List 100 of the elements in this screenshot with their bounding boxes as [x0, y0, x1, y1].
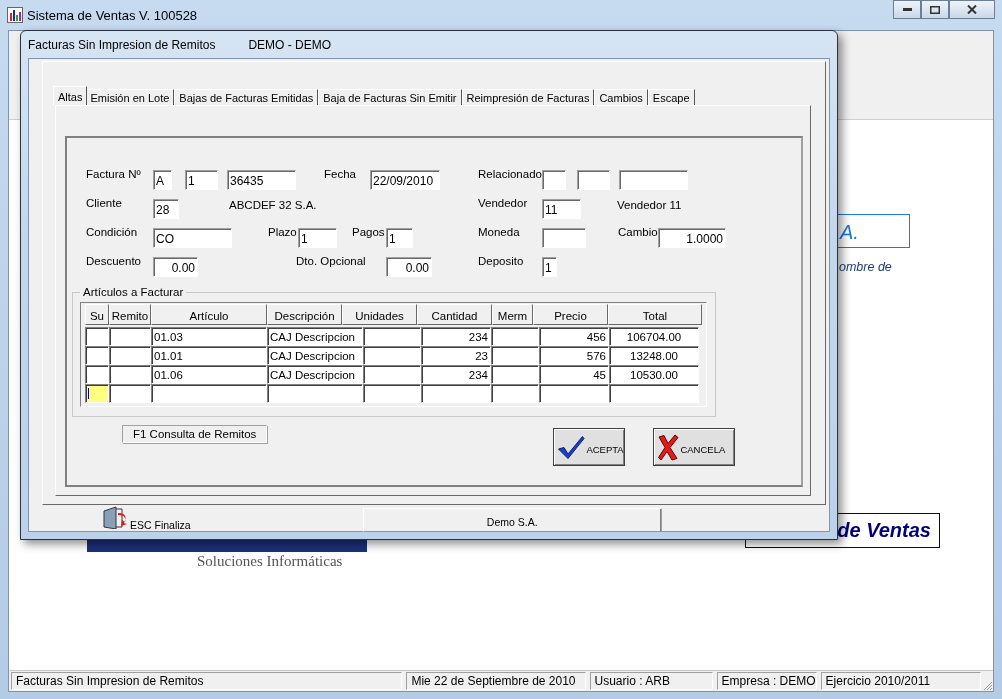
column-header[interactable]: Remito	[109, 304, 151, 325]
table-cell[interactable]	[85, 327, 109, 346]
tab[interactable]: Reimpresión de Facturas	[461, 89, 595, 105]
door-icon	[102, 505, 128, 529]
table-cell[interactable]	[85, 384, 109, 403]
tab[interactable]: Altas	[53, 86, 88, 105]
field-label: Moneda	[478, 226, 521, 238]
value-text: ABCDEF 32 S.A.	[229, 198, 318, 211]
field-label: Cliente	[86, 197, 123, 209]
table-cell[interactable]: 106704.00	[609, 327, 699, 346]
table-cell[interactable]	[151, 384, 267, 403]
group-title: Artículos a Facturar	[80, 286, 187, 298]
table-cell[interactable]	[363, 384, 421, 403]
table-cell[interactable]	[491, 384, 539, 403]
status-text: Facturas Sin Impresion de Remitos	[11, 672, 403, 690]
table-cell[interactable]: 234	[421, 365, 491, 384]
column-header[interactable]: Merm	[492, 304, 533, 325]
input-field[interactable]: 22/09/2010	[370, 170, 440, 190]
table-cell[interactable]	[109, 384, 151, 403]
field-label: Vendedor	[478, 197, 529, 209]
table-cell[interactable]	[85, 365, 109, 384]
column-header[interactable]: Su	[85, 304, 109, 325]
field-label: Pagos	[352, 226, 382, 238]
field-label: Descuento	[86, 255, 142, 267]
input-field[interactable]: 1	[298, 228, 337, 248]
table-cell[interactable]	[109, 327, 151, 346]
input-field[interactable]: 1	[386, 228, 413, 248]
table-cell[interactable]	[109, 365, 151, 384]
input-field[interactable]: CO	[153, 228, 232, 248]
table-cell[interactable]: CAJ Descripcion	[267, 365, 363, 384]
column-header[interactable]: Cantidad	[417, 304, 492, 325]
input-field[interactable]: 36435	[227, 170, 296, 190]
table-cell[interactable]	[363, 327, 421, 346]
table-cell[interactable]: CAJ Descripcion	[267, 346, 363, 365]
table-cell[interactable]	[363, 346, 421, 365]
input-field[interactable]: 0.00	[153, 257, 198, 277]
table-cell[interactable]: 01.03	[151, 327, 267, 346]
field-label: Plazo	[268, 226, 294, 238]
table-cell[interactable]: 234	[421, 327, 491, 346]
input-field[interactable]	[577, 170, 610, 190]
table-cell[interactable]	[491, 327, 539, 346]
column-header[interactable]: Artículo	[151, 304, 267, 325]
table-cell[interactable]	[491, 346, 539, 365]
cross-icon	[657, 433, 680, 461]
close-button[interactable]	[949, 0, 995, 19]
input-field[interactable]: 0.00	[386, 257, 432, 277]
window-title: Sistema de Ventas V. 100528	[27, 7, 198, 23]
table-cell[interactable]: 10530.00	[609, 365, 699, 384]
table-cell[interactable]	[109, 346, 151, 365]
tab[interactable]: Emisión en Lote	[85, 89, 175, 105]
input-field[interactable]: 1	[185, 170, 218, 190]
accept-button[interactable]: ACEPTA	[553, 428, 626, 466]
close-icon	[967, 5, 977, 14]
maximize-icon	[930, 5, 940, 14]
table-cell[interactable]: 23	[421, 346, 491, 365]
field-label: Factura Nº	[86, 168, 142, 180]
table-cell[interactable]: CAJ Descripcion	[267, 327, 363, 346]
field-label: Condición	[86, 226, 139, 238]
table-cell[interactable]: 576	[539, 346, 609, 365]
table-cell[interactable]: 13248.00	[609, 346, 699, 365]
input-field[interactable]: 1.0000	[658, 228, 726, 248]
field-label: Deposito	[478, 255, 525, 267]
tab[interactable]: Escape	[647, 89, 695, 105]
value-text: Vendedor 11	[617, 198, 683, 211]
table-cell[interactable]	[85, 346, 109, 365]
table-cell[interactable]	[363, 365, 421, 384]
input-field[interactable]	[542, 170, 566, 190]
table-cell[interactable]: 45	[539, 365, 609, 384]
field-label: Dto. Opcional	[296, 255, 367, 267]
table-cell[interactable]	[491, 365, 539, 384]
tab[interactable]: Baja de Facturas Sin Emitir	[318, 89, 462, 105]
status-text: Empresa : DEMO	[716, 672, 817, 690]
table-cell[interactable]	[267, 384, 363, 403]
minimize-button[interactable]	[893, 0, 921, 19]
status-text: Mie 22 de Septiembre de 2010	[406, 672, 586, 690]
column-header[interactable]: Precio	[533, 304, 608, 325]
input-field[interactable]: 28	[153, 199, 179, 219]
input-field[interactable]: 1	[542, 257, 557, 277]
column-header[interactable]: Total	[608, 304, 702, 325]
column-header[interactable]: Unidades	[342, 304, 417, 325]
lookup-button[interactable]: F1 Consulta de Remitos	[122, 425, 268, 443]
tagline-text: Soluciones Informáticas	[197, 553, 343, 570]
table-cell[interactable]: 01.06	[151, 365, 267, 384]
input-field[interactable]: 11	[542, 199, 581, 219]
table-cell[interactable]	[539, 384, 609, 403]
resize-grip-icon[interactable]	[983, 681, 993, 691]
tab[interactable]: Bajas de Facturas Emitidas	[174, 89, 319, 105]
app-icon	[7, 7, 23, 23]
cancel-button[interactable]: CANCELA	[653, 428, 736, 466]
table-cell[interactable]: 01.01	[151, 346, 267, 365]
table-cell[interactable]: 456	[539, 327, 609, 346]
column-header[interactable]: Descripción	[267, 304, 342, 325]
tab[interactable]: Cambios	[594, 89, 648, 105]
input-field[interactable]: A	[153, 170, 172, 190]
company-panel: Demo S.A.	[362, 508, 662, 532]
input-field[interactable]	[542, 228, 586, 248]
maximize-button[interactable]	[921, 0, 949, 19]
table-cell[interactable]	[421, 384, 491, 403]
input-field[interactable]	[619, 170, 688, 190]
table-cell[interactable]	[609, 384, 699, 403]
